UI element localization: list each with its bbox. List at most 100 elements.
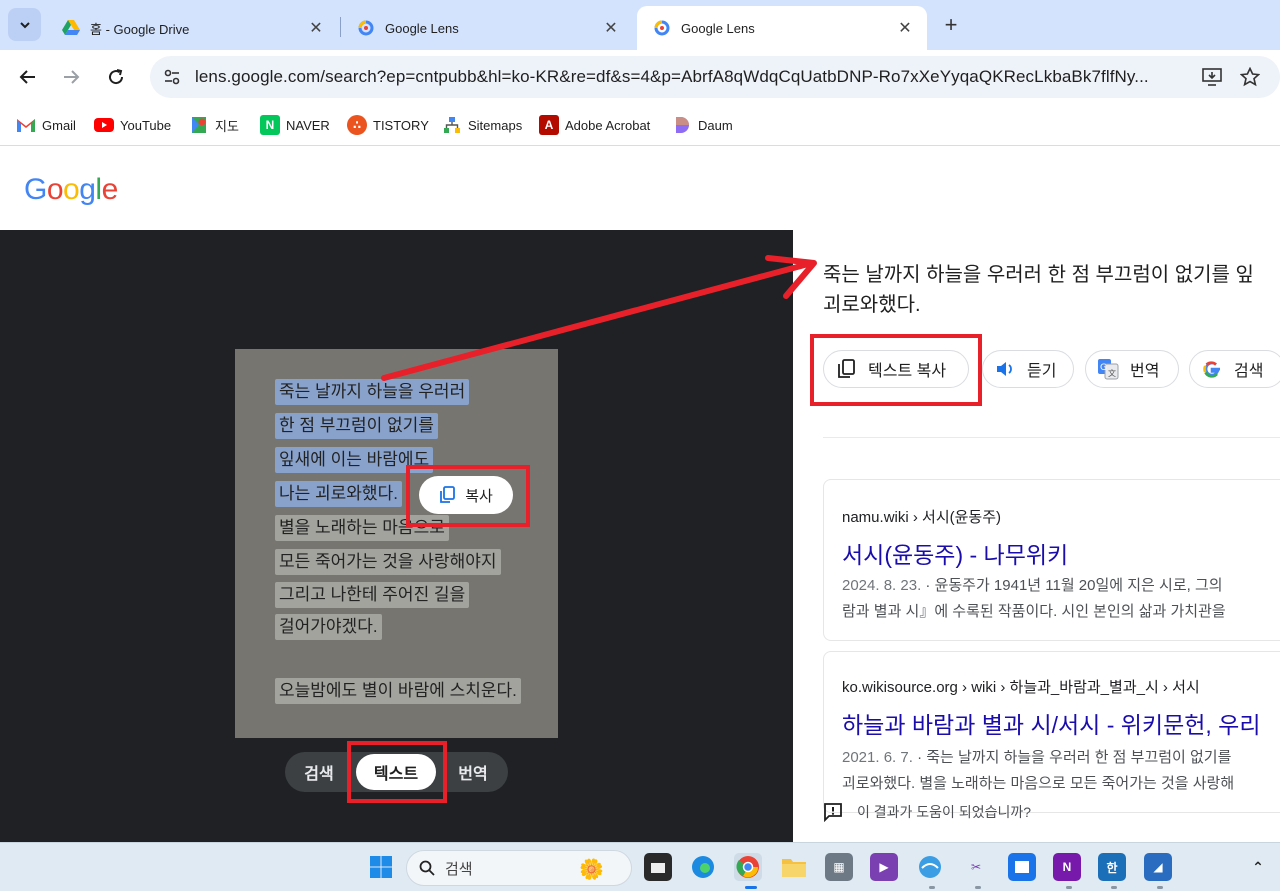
bookmark-youtube[interactable]: YouTube [94, 114, 171, 136]
photo-text-line[interactable]: 죽는 날까지 하늘을 우러러 [275, 379, 470, 405]
chevron-down-icon [19, 21, 30, 28]
bookmark-tistory[interactable]: ∴ TISTORY [347, 114, 429, 136]
result-snippet-text: · 죽는 날까지 하늘을 우러러 한 점 부끄럼이 없기를 [912, 749, 1232, 766]
google-lens-icon [653, 19, 671, 37]
bookmark-label: 지도 [215, 118, 239, 134]
tab-google-lens-active[interactable]: Google Lens ✕ [637, 6, 927, 50]
mode-search[interactable]: 검색 [287, 752, 351, 792]
search-result-card[interactable]: ko.wikisource.org › wiki › 하늘과_바람과_별과_시 … [823, 651, 1280, 813]
svg-text:G: G [1100, 363, 1107, 373]
sitemaps-icon [442, 115, 462, 135]
weather-app-icon[interactable] [916, 853, 944, 881]
photo-text-line[interactable]: 그리고 나한테 주어진 길을 [275, 582, 470, 608]
install-app-icon[interactable] [1200, 65, 1224, 89]
tab-google-drive[interactable]: 홈 - Google Drive ✕ [46, 6, 338, 50]
windows-start-icon[interactable] [367, 853, 395, 881]
result-snippet-text: · 윤동주가 1941년 11월 20일에 지은 시로, 그의 [921, 577, 1223, 594]
task-view-icon[interactable] [644, 853, 672, 881]
photo-text-line[interactable]: 한 점 부끄럼이 없기를 [275, 413, 438, 439]
feedback-label: 이 결과가 도움이 되었습니까? [857, 804, 1032, 820]
app-indicator [975, 886, 981, 889]
bookmark-label: YouTube [120, 117, 172, 133]
extracted-text[interactable]: 죽는 날까지 하늘을 우러러 한 점 부끄럼이 없기를 잎 괴로와했다. [823, 260, 1280, 320]
google-translate-icon: G文 [1096, 357, 1120, 381]
snipping-tool-icon[interactable]: ✂ [962, 853, 990, 881]
edge-icon[interactable] [689, 853, 717, 881]
result-source[interactable]: ko.wikisource.org › wiki › 하늘과_바람과_별과_시 … [842, 676, 1200, 697]
new-tab-button[interactable]: + [938, 12, 964, 38]
gmail-icon [16, 115, 36, 135]
photo-text-line[interactable]: 걸어가야겠다. [275, 614, 382, 640]
bookmark-sitemaps[interactable]: Sitemaps [442, 114, 522, 136]
tab-strip: 홈 - Google Drive ✕ Google Lens ✕ Google … [0, 0, 1280, 50]
reload-button[interactable] [100, 61, 132, 93]
active-app-indicator [745, 886, 757, 889]
arrow-left-icon [19, 70, 35, 84]
close-icon[interactable]: ✕ [308, 20, 324, 37]
google-search-button[interactable]: 검색 [1189, 350, 1280, 388]
back-button[interactable] [12, 61, 44, 93]
window-app-icon[interactable] [1008, 853, 1036, 881]
clipchamp-icon[interactable]: ▶ [870, 853, 898, 881]
onenote-icon[interactable]: N [1053, 853, 1081, 881]
photos-app-icon[interactable]: ◢ [1144, 853, 1172, 881]
tab-title: 홈 - Google Drive [90, 21, 190, 37]
tab-search-button[interactable] [8, 8, 41, 41]
search-icon [419, 860, 435, 876]
taskbar-search[interactable]: 검색 🌼 [406, 850, 632, 886]
close-icon[interactable]: ✕ [603, 20, 619, 37]
search-result-card[interactable]: namu.wiki › 서시(윤동주) 서시(윤동주) - 나무위키 2024.… [823, 479, 1280, 641]
windows-taskbar: 검색 🌼 ▦ ▶ ✂ N 한 ◢ ⌃ [0, 842, 1280, 891]
mode-translate[interactable]: 번역 [441, 752, 505, 792]
translate-button[interactable]: G文 번역 [1085, 350, 1179, 388]
photo-text-line[interactable]: 모든 죽어가는 것을 사랑해야지 [275, 549, 501, 575]
address-bar[interactable]: lens.google.com/search?ep=cntpubb&hl=ko-… [150, 56, 1280, 98]
bookmark-gmail[interactable]: Gmail [16, 114, 76, 136]
chevron-up-icon[interactable]: ⌃ [1244, 853, 1272, 881]
app-indicator [1066, 886, 1072, 889]
bookmark-label: Daum [698, 117, 733, 133]
bookmark-label: Sitemaps [468, 117, 523, 133]
tab-google-lens-1[interactable]: Google Lens ✕ [341, 6, 633, 50]
chip-label: 듣기 [1027, 363, 1057, 380]
annotation-box-text-mode [347, 741, 447, 803]
youtube-icon [94, 115, 114, 135]
feedback-link[interactable]: 이 결과가 도움이 되었습니까? [823, 802, 1031, 822]
bookmark-naver[interactable]: N NAVER [260, 114, 330, 136]
search-placeholder: 검색 [445, 860, 473, 878]
extracted-text-line: 괴로와했다. [823, 294, 921, 316]
close-icon[interactable]: ✕ [897, 20, 913, 37]
photo-text-line[interactable]: 나는 괴로와했다. [275, 481, 402, 507]
result-snippet: 2024. 8. 23. · 윤동주가 1941년 11월 20일에 지은 시로… [842, 573, 1223, 599]
bookmarks-bar: Gmail YouTube 지도 N NAVER ∴ TISTORY Sitem… [0, 104, 1280, 146]
naver-icon: N [260, 115, 280, 135]
bookmark-star-icon[interactable] [1238, 65, 1262, 89]
bookmark-map[interactable]: 지도 [189, 114, 239, 136]
result-date: 2021. 6. 7. [842, 749, 913, 766]
daum-icon [672, 115, 692, 135]
listen-button[interactable]: 듣기 [982, 350, 1074, 388]
photo-text-line[interactable]: 오늘밤에도 별이 바람에 스치운다. [275, 678, 521, 704]
chrome-icon[interactable] [734, 853, 762, 881]
bookmark-daum[interactable]: Daum [672, 114, 733, 136]
lens-results-panel: 죽는 날까지 하늘을 우러러 한 점 부끄럼이 없기를 잎 괴로와했다. 텍스트… [793, 230, 1280, 842]
result-title[interactable]: 하늘과 바람과 별과 시/서시 - 위키문헌, 우리 [842, 706, 1261, 740]
file-explorer-icon[interactable] [780, 853, 808, 881]
tab-title: Google Lens [385, 20, 459, 36]
calculator-icon[interactable]: ▦ [825, 853, 853, 881]
site-info-icon[interactable] [160, 65, 184, 89]
result-snippet: 2021. 6. 7. · 죽는 날까지 하늘을 우러러 한 점 부끄럼이 없기… [842, 745, 1231, 771]
uploaded-photo[interactable]: 죽는 날까지 하늘을 우러러 한 점 부끄럼이 없기를 잎새에 이는 바람에도 … [235, 349, 558, 738]
result-title[interactable]: 서시(윤동주) - 나무위키 [842, 536, 1068, 570]
annotation-box-copy-text [810, 334, 982, 406]
google-lens-icon [357, 19, 375, 37]
google-logo[interactable]: Google [24, 173, 118, 207]
result-source[interactable]: namu.wiki › 서시(윤동주) [842, 506, 1001, 527]
bookmark-label: NAVER [286, 117, 330, 133]
forward-button[interactable] [55, 61, 87, 93]
result-snippet: 괴로와했다. 별을 노래하는 마음으로 모든 죽어가는 것을 사랑해 [842, 775, 1235, 792]
google-drive-icon [62, 19, 80, 37]
google-g-icon [1200, 357, 1224, 381]
bookmark-adobe-acrobat[interactable]: A Adobe Acrobat [539, 114, 650, 136]
hangul-app-icon[interactable]: 한 [1098, 853, 1126, 881]
